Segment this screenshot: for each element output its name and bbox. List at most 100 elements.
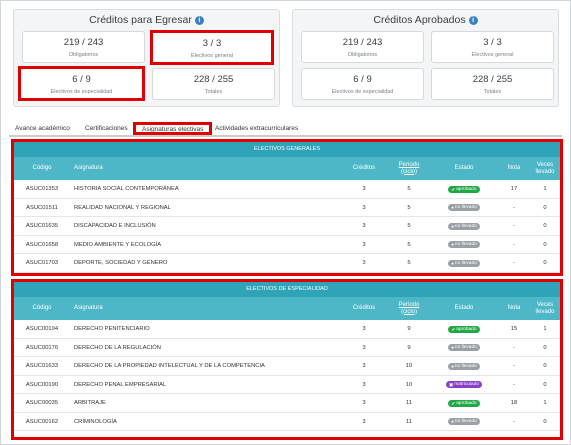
cell-period: 5 <box>407 241 411 248</box>
cell-code: ASUC01353 <box>25 186 59 192</box>
col-grade[interactable]: Nota <box>499 157 529 180</box>
col-subject[interactable]: Asignatura <box>74 297 334 320</box>
cell-period: 11 <box>405 418 413 425</box>
tab-bar: Avance académico Certificaciones Asignat… <box>11 120 560 135</box>
general-electives-table: ELECTIVOS GENERALES Código Asignatura Cr… <box>11 139 563 276</box>
cell-times-taken: 1 <box>543 400 547 406</box>
cell-credits: 3 <box>362 400 366 406</box>
cell-code: ASUC00194 <box>25 326 59 332</box>
col-grade[interactable]: Nota <box>499 297 529 320</box>
col-status[interactable]: Estado <box>429 297 499 320</box>
col-times-taken[interactable]: Veces llevado <box>529 297 561 320</box>
cell-credits: 3 <box>362 344 366 351</box>
cell-status: ● no llevado <box>429 357 499 375</box>
cell-grade: - <box>513 363 515 369</box>
not-taken-icon: ● <box>451 205 454 210</box>
status-badge: ● no llevado <box>448 259 480 267</box>
cell-subject: MEDIO AMBIENTE Y ECOLOGÍA <box>74 241 162 248</box>
cell-grade: - <box>513 381 515 388</box>
card-label: Electivos de especialidad <box>331 89 394 95</box>
status-badge: ● no llevado <box>448 222 480 230</box>
card-value: 3 / 3 <box>483 37 502 48</box>
card-value: 6 / 9 <box>353 74 372 85</box>
col-credits[interactable]: Créditos <box>344 297 384 320</box>
cell-code: ASUC00176 <box>25 344 59 351</box>
status-label: matriculado <box>454 382 480 387</box>
cell-grade: - <box>513 418 515 425</box>
col-period[interactable]: Periodo (ciclo) <box>389 157 429 180</box>
cell-subject: DERECHO DE LA PROPIEDAD INTELECTUAL Y DE… <box>74 363 265 369</box>
cell-grade: 15 <box>510 326 518 332</box>
col-times-taken[interactable]: Veces llevado <box>529 157 561 180</box>
status-badge: ● no llevado <box>448 362 480 370</box>
cell-credits: 3 <box>362 418 366 425</box>
cell-status: ● no llevado <box>429 199 499 217</box>
check-icon: ✔ <box>451 400 456 406</box>
cell-period: 10 <box>405 381 413 388</box>
status-badge: ● no llevado <box>448 418 480 425</box>
col-period[interactable]: Periodo (ciclo) <box>389 297 429 320</box>
card-value: 228 / 255 <box>472 74 513 85</box>
cell-status: ✔ aprobado <box>429 180 499 198</box>
cell-code: ASUC01635 <box>25 223 59 229</box>
cell-times-taken: 0 <box>543 344 547 351</box>
status-badge: ✔ aprobado <box>448 325 480 333</box>
specialty-electives-card: 6 / 9 Electivos de especialidad <box>301 68 424 100</box>
status-label: no llevado <box>454 242 477 247</box>
tab-academic-progress[interactable]: Avance académico <box>15 125 70 132</box>
status-label: no llevado <box>454 260 477 266</box>
info-icon[interactable]: i <box>194 16 204 25</box>
total-credits-card: 228 / 255 Totales <box>152 68 275 100</box>
col-subject[interactable]: Asignatura <box>74 157 334 180</box>
col-status[interactable]: Estado <box>429 157 499 180</box>
cell-subject: DERECHO PENAL EMPRESARIAL <box>74 381 167 388</box>
page: Créditos para Egresar i 219 / 243 Obligat… <box>0 0 571 445</box>
col-code[interactable]: Código <box>22 157 62 180</box>
tab-elective-courses[interactable]: Asignaturas electivas <box>133 122 213 135</box>
mandatory-credits-card: 219 / 243 Obligatorios <box>301 31 424 63</box>
table-body: ASUC00194 DERECHO PENITENCIARIO 3 9 ✔ aprobad… <box>14 320 560 431</box>
status-label: aprobado <box>456 326 477 332</box>
cell-grade: - <box>513 204 515 211</box>
cell-subject: DISCAPACIDAD E INCLUSIÓN <box>74 223 156 229</box>
cell-code: ASUC01633 <box>25 363 59 369</box>
status-badge: ● no llevado <box>448 241 480 248</box>
tab-extracurricular[interactable]: Actividades extracurriculares <box>215 125 298 132</box>
status-label: no llevado <box>454 345 477 350</box>
table-row: ASUC01658 MEDIO AMBIENTE Y ECOLOGÍA 3 5 ● no … <box>14 236 560 254</box>
cell-grade: 17 <box>510 186 518 192</box>
not-taken-icon: ● <box>451 345 454 350</box>
cell-period: 9 <box>407 326 411 332</box>
cell-subject: DERECHO PENITENCIARIO <box>74 326 150 332</box>
col-code[interactable]: Código <box>22 297 62 320</box>
status-label: no llevado <box>454 223 477 229</box>
approved-credits-title: Créditos Aprobados <box>373 14 466 26</box>
cell-status: ● no llevado <box>429 236 499 254</box>
info-icon[interactable]: i <box>468 16 478 25</box>
cell-credits: 3 <box>362 186 366 192</box>
cell-times-taken: 0 <box>543 223 547 229</box>
cell-period: 10 <box>405 363 413 369</box>
table-row: ASUC01353 HISTORIA SOCIAL CONTEMPORÁNEA 3 5… <box>14 180 560 199</box>
cell-status: ✔ aprobado <box>429 320 499 338</box>
tab-certifications[interactable]: Certificaciones <box>85 125 128 132</box>
specialty-electives-card: 6 / 9 Electivos de especialidad <box>18 66 145 101</box>
col-credits[interactable]: Créditos <box>344 157 384 180</box>
total-credits-card: 228 / 255 Totales <box>431 68 554 100</box>
cell-times-taken: 0 <box>543 381 547 388</box>
card-label: Electivos general <box>191 53 233 59</box>
cell-credits: 3 <box>362 326 366 332</box>
cell-times-taken: 0 <box>543 363 547 369</box>
cell-credits: 3 <box>362 381 366 388</box>
table-row: ASUC01633 DERECHO DE LA PROPIEDAD INTELEC… <box>14 357 560 376</box>
cell-period: 5 <box>407 204 411 211</box>
cell-credits: 3 <box>362 241 366 248</box>
cell-code: ASUC01511 <box>26 204 58 211</box>
card-value: 219 / 243 <box>342 37 383 48</box>
table-row: ASUC01703 DEPORTE, SOCIEDAD Y GÉNERO 3 5 ● no… <box>14 254 560 273</box>
cell-period: 9 <box>407 344 411 351</box>
cell-status: ✔ aprobado <box>429 394 499 412</box>
credits-to-graduate-title: Créditos para Egresar <box>89 14 192 26</box>
cell-times-taken: 0 <box>543 260 547 266</box>
status-badge: ✔ aprobado <box>448 185 480 193</box>
